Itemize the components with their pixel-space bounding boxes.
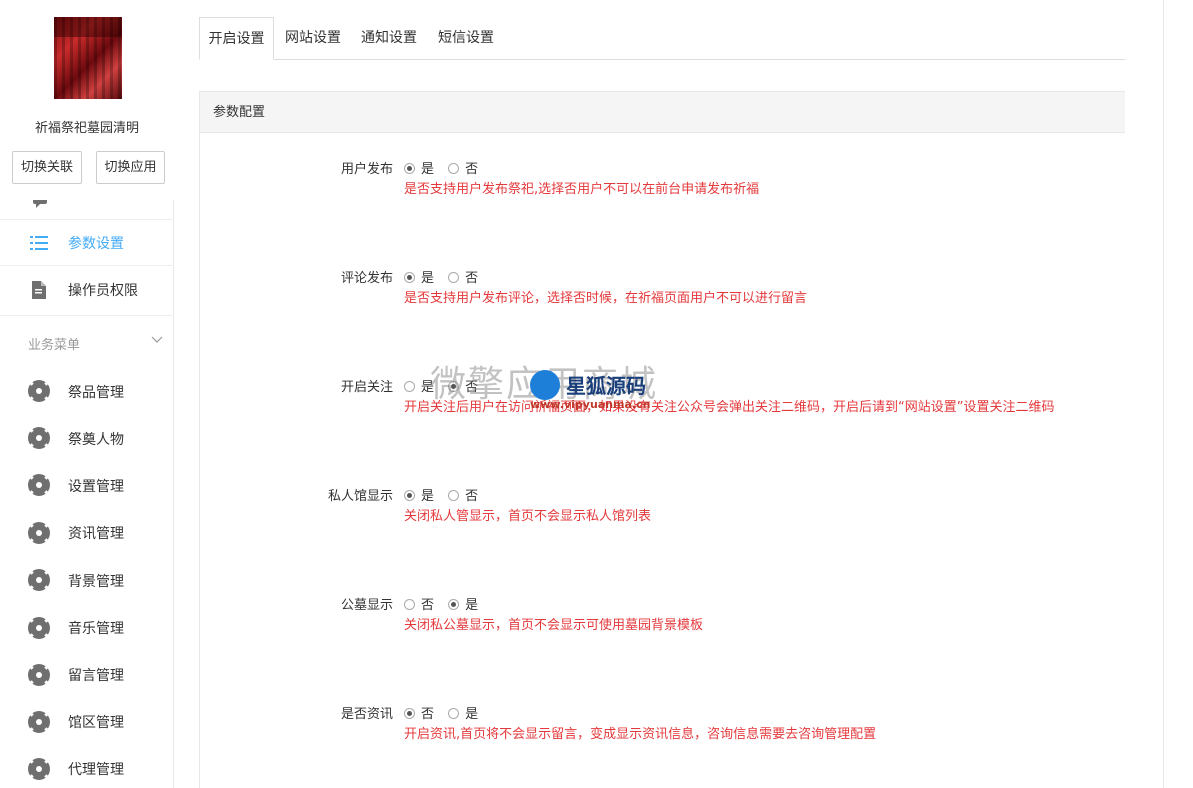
radio-selected[interactable] bbox=[404, 272, 415, 283]
radio-selected[interactable] bbox=[448, 599, 460, 610]
radio-option[interactable]: 是 bbox=[448, 703, 478, 722]
radio-unselected[interactable] bbox=[404, 599, 415, 610]
menu-label: 馆区管理 bbox=[68, 715, 124, 731]
switch-app-button[interactable]: 切换应用 bbox=[96, 151, 165, 184]
gear-icon bbox=[28, 711, 50, 733]
radio-option[interactable]: 否 bbox=[404, 594, 434, 613]
panel-title: 参数配置 bbox=[200, 92, 1125, 133]
setting-label: 开启关注 bbox=[340, 380, 393, 395]
document-icon bbox=[30, 281, 48, 299]
group-title: 业务菜单 bbox=[28, 338, 81, 353]
radio-selected[interactable] bbox=[404, 163, 415, 174]
option-label: 是 bbox=[421, 489, 435, 504]
tabs: 开启设置 网站设置 通知设置 短信设置 bbox=[199, 17, 1125, 60]
radio-selected[interactable] bbox=[404, 490, 415, 501]
radio-option[interactable]: 否 bbox=[448, 376, 478, 395]
radio-option[interactable]: 否 bbox=[448, 158, 478, 177]
setting-label: 公墓显示 bbox=[340, 598, 393, 613]
radio-unselected[interactable] bbox=[404, 381, 415, 392]
radio-group: 是 否 bbox=[404, 158, 488, 177]
menu-label: 音乐管理 bbox=[68, 621, 124, 637]
chevron-down-icon[interactable] bbox=[151, 333, 163, 347]
option-label: 是 bbox=[465, 598, 479, 613]
main-content: 开启设置 网站设置 通知设置 短信设置 参数配置 用户发布 是 否 是否支持用户… bbox=[174, 0, 1164, 788]
option-label: 是 bbox=[465, 707, 479, 722]
radio-unselected[interactable] bbox=[448, 163, 460, 174]
gear-icon bbox=[28, 474, 50, 496]
menu-label: 祭奠人物 bbox=[68, 432, 124, 448]
help-text: 开启资讯,首页将不会显示留言，变成显示资讯信息，咨询信息需要去咨询管理配置 bbox=[404, 727, 877, 742]
radio-group: 是 否 bbox=[404, 376, 488, 395]
gear-icon bbox=[28, 522, 50, 544]
radio-option[interactable]: 是 bbox=[404, 376, 434, 395]
switch-assoc-button[interactable]: 切换关联 bbox=[12, 151, 82, 184]
option-label: 否 bbox=[465, 489, 479, 504]
tab-notify-settings[interactable]: 通知设置 bbox=[353, 17, 425, 60]
radio-option[interactable]: 是 bbox=[448, 594, 478, 613]
radio-option[interactable]: 否 bbox=[404, 703, 434, 722]
menu-label: 留言管理 bbox=[68, 668, 124, 684]
radio-option[interactable]: 否 bbox=[448, 267, 478, 286]
sidebar-item-params[interactable]: 参数设置 bbox=[0, 219, 174, 265]
setting-label: 是否资讯 bbox=[340, 707, 393, 722]
sidebar-item-label: 操作员权限 bbox=[68, 283, 138, 299]
sidebar-item-operators[interactable]: 操作员权限 bbox=[0, 266, 174, 312]
menu-label: 代理管理 bbox=[68, 762, 124, 778]
radio-option[interactable]: 是 bbox=[404, 485, 434, 504]
option-label: 否 bbox=[465, 162, 479, 177]
option-label: 否 bbox=[421, 707, 435, 722]
divider bbox=[1163, 0, 1164, 788]
app-header: 祈福祭祀墓园清明 切换关联 切换应用 bbox=[0, 0, 174, 200]
option-label: 是 bbox=[421, 271, 435, 286]
radio-unselected[interactable] bbox=[448, 490, 460, 501]
params-panel: 参数配置 用户发布 是 否 是否支持用户发布祭祀,选择否用户不可以在前台申请发布… bbox=[199, 91, 1125, 788]
radio-group: 是 否 bbox=[404, 485, 488, 504]
radio-option[interactable]: 否 bbox=[448, 485, 478, 504]
help-text: 关闭私人管显示，首页不会显示私人馆列表 bbox=[404, 509, 652, 524]
menu-label: 背景管理 bbox=[68, 574, 124, 590]
menu-label: 资讯管理 bbox=[68, 526, 124, 542]
option-label: 否 bbox=[465, 271, 479, 286]
tab-site-settings[interactable]: 网站设置 bbox=[277, 17, 349, 60]
list-icon bbox=[30, 234, 48, 252]
help-text: 开启关注后用户在访问祈福页面，如果没有关注公众号会弹出关注二维码，开启后请到“网… bbox=[404, 400, 1055, 415]
radio-group: 是 否 bbox=[404, 267, 488, 286]
menu-label: 祭品管理 bbox=[68, 385, 124, 401]
radio-selected[interactable] bbox=[404, 708, 415, 719]
tab-sms-settings[interactable]: 短信设置 bbox=[430, 17, 502, 60]
gear-icon bbox=[28, 758, 50, 780]
radio-group: 否 是 bbox=[404, 594, 488, 613]
radio-selected[interactable] bbox=[448, 381, 460, 392]
gear-icon bbox=[28, 664, 50, 686]
radio-unselected[interactable] bbox=[448, 272, 460, 283]
radio-option[interactable]: 是 bbox=[404, 158, 434, 177]
sidebar: 祈福祭祀墓园清明 切换关联 切换应用 参数设置 操作员权限 业务菜单 祭品管理 … bbox=[0, 0, 174, 788]
setting-label: 评论发布 bbox=[340, 271, 393, 286]
gear-icon bbox=[28, 617, 50, 639]
radio-group: 否 是 bbox=[404, 703, 488, 722]
app-name: 祈福祭祀墓园清明 bbox=[34, 121, 139, 136]
gear-icon bbox=[28, 380, 50, 402]
option-label: 是 bbox=[421, 380, 435, 395]
app-logo bbox=[54, 17, 122, 99]
gear-icon bbox=[28, 569, 50, 591]
help-text: 是否支持用户发布祭祀,选择否用户不可以在前台申请发布祈福 bbox=[404, 182, 760, 197]
help-text: 关闭私公墓显示，首页不会显示可使用墓园背景模板 bbox=[404, 618, 704, 633]
setting-label: 用户发布 bbox=[340, 162, 393, 177]
tab-open-settings[interactable]: 开启设置 bbox=[199, 17, 274, 60]
menu-label: 设置管理 bbox=[68, 479, 124, 495]
option-label: 否 bbox=[465, 380, 479, 395]
radio-option[interactable]: 是 bbox=[404, 267, 434, 286]
page: 祈福祭祀墓园清明 切换关联 切换应用 参数设置 操作员权限 业务菜单 祭品管理 … bbox=[0, 0, 1193, 788]
divider bbox=[0, 315, 174, 316]
sidebar-item-label: 参数设置 bbox=[68, 236, 124, 252]
radio-unselected[interactable] bbox=[448, 708, 460, 719]
option-label: 否 bbox=[421, 598, 435, 613]
option-label: 是 bbox=[421, 162, 435, 177]
gear-icon bbox=[28, 427, 50, 449]
setting-label: 私人馆显示 bbox=[327, 489, 393, 504]
help-text: 是否支持用户发布评论，选择否时候，在祈福页面用户不可以进行留言 bbox=[404, 291, 808, 306]
